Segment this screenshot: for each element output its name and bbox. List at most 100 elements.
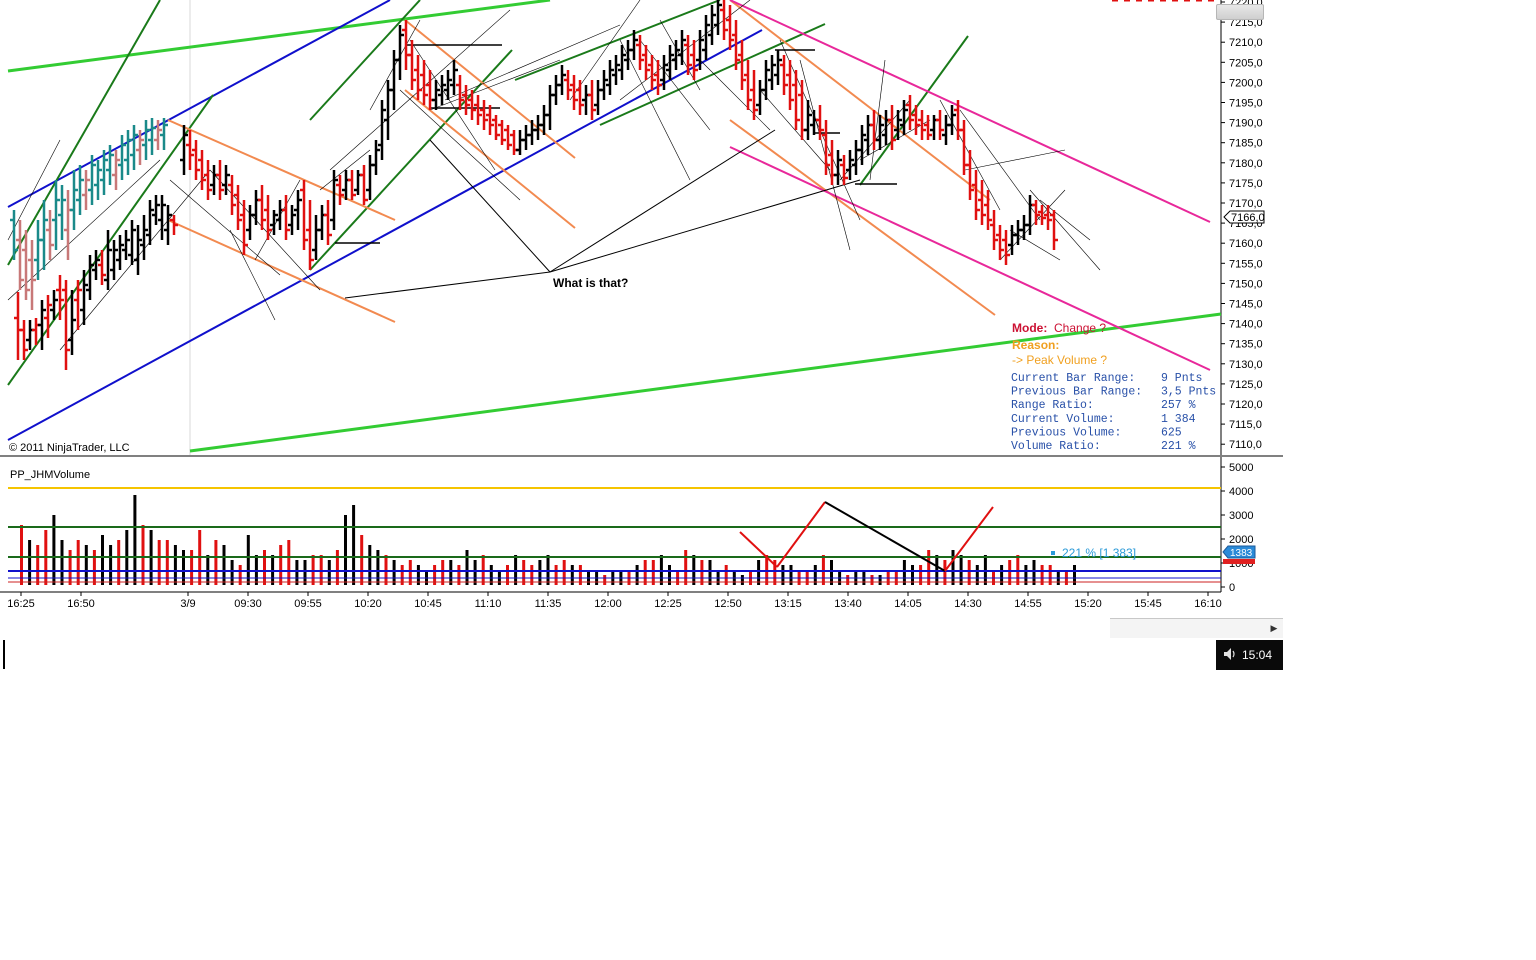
copyright-text: © 2011 NinjaTrader, LLC: [9, 442, 130, 454]
volume-bar: [449, 560, 453, 585]
ohlc-bar: [164, 205, 172, 245]
price-tick-label: 7200,0: [1229, 77, 1263, 89]
price-tick-label: 7120,0: [1229, 399, 1263, 411]
time-tick-label: 3/9: [180, 598, 195, 610]
ohlc-bar: [582, 85, 590, 115]
ohlc-bar: [528, 120, 536, 145]
price-tick-label: 7130,0: [1229, 359, 1263, 371]
ohlc-bar: [366, 155, 374, 200]
taskbar-tray[interactable]: 15:04: [1216, 640, 1283, 670]
volume-bar: [441, 560, 445, 585]
volume-bar: [173, 545, 177, 585]
speaker-icon[interactable]: [1222, 646, 1238, 662]
volume-bar: [327, 560, 331, 585]
price-tick-label: 7110,0: [1229, 439, 1262, 451]
volume-bar: [700, 560, 704, 585]
info-row-value: 257 %: [1161, 399, 1196, 412]
volume-bar: [68, 550, 72, 585]
volume-bar: [279, 545, 283, 585]
volume-bar: [392, 560, 396, 585]
volume-bar: [846, 575, 850, 585]
volume-bar: [222, 545, 226, 585]
ohlc-bar: [282, 195, 290, 240]
chart-canvas[interactable]: 7220,07215,07210,07205,07200,07195,07190…: [0, 0, 1283, 617]
ohlc-bar: [158, 195, 166, 240]
ohlc-bar: [990, 210, 998, 250]
ohlc-bar: [714, 0, 722, 35]
time-tick-label: 14:05: [894, 598, 922, 610]
price-tick-label: 7125,0: [1229, 379, 1263, 391]
dark-green-channel-line: [309, 0, 421, 121]
info-row-label: Previous Bar Range:: [1011, 386, 1142, 399]
fan-line: [619, 39, 691, 181]
volume-bar: [376, 550, 380, 585]
ohlc-bar: [654, 60, 662, 95]
price-tick-label: 7170,0: [1229, 198, 1263, 210]
volume-bar: [84, 545, 88, 585]
chart-window[interactable]: 7220,07215,07210,07205,07200,07195,07190…: [0, 0, 1283, 670]
ohlc-bar: [62, 280, 70, 370]
scrollbar-thumb[interactable]: [1216, 4, 1264, 20]
volume-bar: [1008, 560, 1012, 585]
ohlc-bar: [774, 50, 782, 85]
price-tick-label: 7190,0: [1229, 118, 1263, 130]
volume-tick-label: 5000: [1229, 462, 1253, 474]
ohlc-bar: [546, 85, 554, 130]
volume-tick-label: 3000: [1229, 510, 1253, 522]
horizontal-scrollbar[interactable]: [0, 617, 1283, 670]
ohlc-bar: [240, 200, 248, 255]
ohlc-bar: [148, 118, 156, 155]
ohlc-bar: [768, 55, 776, 90]
ohlc-bar: [56, 275, 64, 320]
ohlc-bar: [130, 125, 138, 170]
annotation-line: [549, 179, 861, 273]
time-axis-ticks: 16:25 16:50 3/9 09:30 09:55 10:20 10:45 11:10 11…: [7, 592, 1222, 610]
ohlc-bar: [306, 200, 314, 270]
time-tick-label: 09:30: [234, 598, 262, 610]
volume-ratio-text: 221 % [1 383]: [1062, 546, 1136, 560]
ohlc-bar: [128, 220, 136, 265]
reason-value: -> Peak Volume ?: [1012, 353, 1107, 367]
ohlc-bar: [118, 135, 126, 180]
taskbar-clock[interactable]: 15:04: [1242, 648, 1272, 662]
volume-bar: [943, 560, 947, 585]
ohlc-bar: [804, 100, 812, 140]
ohlc-bar: [972, 170, 980, 220]
price-tick-label: 7210,0: [1229, 37, 1263, 49]
price-tick-label: 7205,0: [1229, 57, 1263, 69]
fan-line: [964, 149, 1066, 171]
volume-bar: [708, 560, 712, 585]
volume-bar: [538, 560, 542, 585]
volume-bar: [740, 575, 744, 585]
ohlc-bar: [318, 205, 326, 240]
price-tick-label: 7195,0: [1229, 98, 1263, 110]
current-price-label: 7166,0: [1231, 212, 1265, 224]
info-row-label: Range Ratio:: [1011, 399, 1094, 412]
ohlc-bar: [86, 255, 94, 300]
price-tick-label: 7175,0: [1229, 178, 1263, 190]
mode-label: Mode:: [1012, 321, 1047, 335]
volume-bar: [52, 515, 56, 585]
volume-bar: [344, 515, 347, 585]
price-tick-label: 7160,0: [1229, 238, 1263, 250]
ohlc-bar: [882, 110, 890, 145]
ohlc-bar: [414, 55, 422, 100]
mode-value: Change ?: [1054, 321, 1106, 335]
ohlc-bar: [116, 235, 124, 270]
ohlc-bar: [216, 160, 224, 200]
ohlc-bar: [330, 170, 338, 230]
scrollbar-track[interactable]: [1110, 618, 1283, 638]
price-tick-label: 7150,0: [1229, 278, 1263, 290]
ohlc-bar: [160, 118, 168, 150]
ohlc-bar: [294, 190, 302, 230]
ohlc-bar: [744, 60, 752, 110]
volume-bar: [870, 575, 874, 585]
scroll-right-arrow-icon[interactable]: ▶: [1266, 620, 1282, 636]
info-row-value: 3,5 Pnts: [1161, 386, 1216, 399]
volume-bar: [141, 525, 145, 585]
ohlc-bar: [348, 170, 356, 200]
time-tick-label: 13:15: [774, 598, 802, 610]
ohlc-bar: [852, 140, 860, 175]
volume-bar: [878, 575, 882, 585]
price-tick-label: 7140,0: [1229, 319, 1263, 331]
